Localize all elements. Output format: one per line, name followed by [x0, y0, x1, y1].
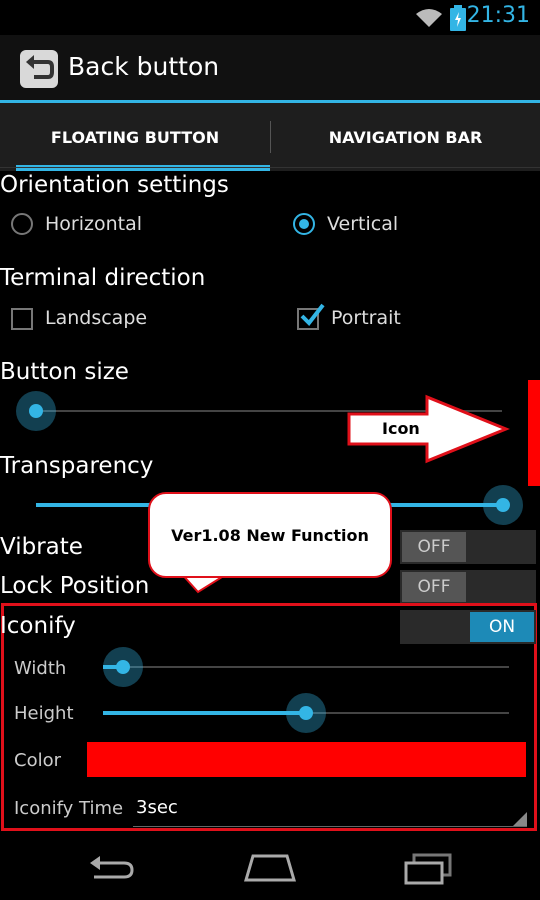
- checkbox-landscape[interactable]: [11, 308, 33, 330]
- tab-navigation-bar[interactable]: NAVIGATION BAR: [271, 103, 540, 171]
- vibrate-toggle[interactable]: OFF: [400, 530, 536, 564]
- orientation-heading: Orientation settings: [0, 172, 229, 198]
- iconify-width-slider-thumb[interactable]: [103, 647, 143, 687]
- radio-vertical-label: Vertical: [327, 213, 399, 235]
- terminal-direction-heading: Terminal direction: [0, 265, 206, 291]
- floating-icon-preview[interactable]: [528, 380, 540, 486]
- radio-horizontal-label: Horizontal: [45, 213, 143, 235]
- tab-label: FLOATING BUTTON: [50, 127, 220, 147]
- battery-icon: [450, 5, 466, 31]
- transparency-slider-thumb[interactable]: [483, 485, 523, 525]
- iconify-time-label: Iconify Time: [14, 798, 124, 819]
- transparency-heading: Transparency: [0, 453, 154, 479]
- radio-vertical[interactable]: [293, 213, 315, 235]
- checkbox-portrait[interactable]: [297, 303, 325, 330]
- tab-bar-bottom-line: [0, 167, 540, 168]
- button-size-heading: Button size: [0, 359, 129, 385]
- checkmark-icon: [300, 303, 325, 327]
- back-arrow-icon[interactable]: [20, 50, 58, 88]
- bubble-label: Ver1.08 New Function: [171, 525, 369, 545]
- iconify-color-label: Color: [14, 750, 61, 771]
- tab-floating-button[interactable]: FLOATING BUTTON: [0, 103, 270, 171]
- vibrate-toggle-state: OFF: [402, 532, 466, 562]
- checkbox-landscape-label: Landscape: [45, 307, 148, 329]
- clock: 21:31: [466, 3, 530, 28]
- iconify-color-swatch[interactable]: [87, 742, 526, 777]
- tab-selected-indicator: [16, 165, 270, 171]
- new-function-bubble: Ver1.08 New Function: [148, 492, 392, 578]
- spinner-corner-icon: [513, 812, 527, 826]
- iconify-width-label: Width: [14, 658, 67, 679]
- lock-position-toggle[interactable]: OFF: [400, 570, 536, 604]
- iconify-width-track: [103, 666, 509, 668]
- iconify-toggle[interactable]: ON: [400, 610, 536, 644]
- button-size-slider-thumb[interactable]: [16, 391, 56, 431]
- iconify-time-spinner[interactable]: 3sec: [133, 794, 527, 827]
- iconify-height-slider-thumb[interactable]: [286, 693, 326, 733]
- iconify-time-value: 3sec: [136, 797, 178, 818]
- wifi-icon: [416, 9, 442, 27]
- iconify-height-fill: [103, 711, 306, 715]
- iconify-label: Iconify: [0, 613, 76, 639]
- status-bar: 21:31: [0, 0, 540, 35]
- vibrate-label: Vibrate: [0, 534, 83, 560]
- nav-home-icon[interactable]: [243, 852, 297, 884]
- lock-position-label: Lock Position: [0, 573, 150, 599]
- checkbox-portrait-label: Portrait: [331, 307, 401, 329]
- nav-back-icon[interactable]: [88, 855, 138, 885]
- iconify-toggle-state: ON: [470, 612, 534, 642]
- app-title: Back button: [68, 52, 220, 81]
- navigation-bar: [0, 840, 540, 900]
- icon-arrow-annotation: Icon: [346, 394, 512, 464]
- lock-position-toggle-state: OFF: [402, 572, 466, 602]
- arrow-label: Icon: [382, 419, 420, 438]
- tab-label: NAVIGATION BAR: [328, 127, 483, 147]
- radio-horizontal[interactable]: [11, 213, 33, 235]
- nav-recent-apps-icon[interactable]: [404, 853, 454, 885]
- iconify-height-label: Height: [14, 703, 74, 724]
- tab-bar: FLOATING BUTTON NAVIGATION BAR: [0, 103, 540, 171]
- action-bar: Back button: [0, 35, 540, 101]
